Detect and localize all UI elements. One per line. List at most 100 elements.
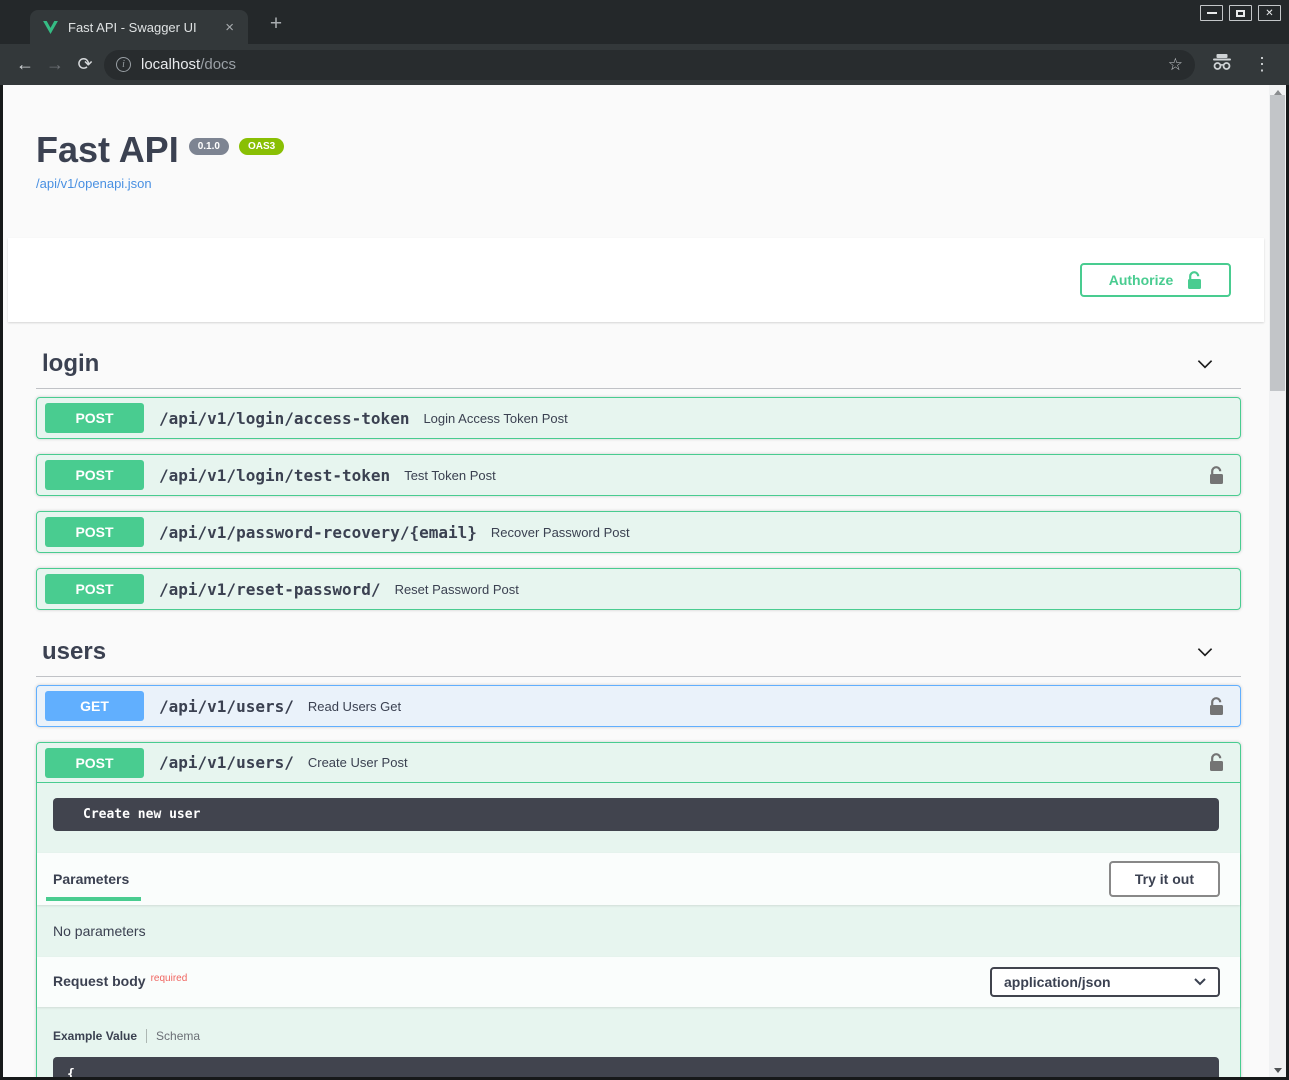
operation-summary[interactable]: POST /api/v1/login/test-token Test Token…	[37, 455, 1240, 495]
scroll-down-button[interactable]	[1269, 1063, 1286, 1077]
method-badge: POST	[45, 748, 144, 778]
version-badge: 0.1.0	[189, 138, 229, 155]
back-button[interactable]: ←	[10, 54, 40, 75]
operation-path: /api/v1/users/	[159, 697, 294, 716]
tag-header-login[interactable]: login	[36, 350, 1241, 389]
operation-path: /api/v1/password-recovery/{email}	[159, 523, 477, 542]
scroll-down-icon	[1274, 1068, 1282, 1073]
chevron-down-icon	[1194, 978, 1206, 986]
operation-summary[interactable]: POST /api/v1/users/ Create User Post	[37, 743, 1240, 783]
unlock-icon	[1209, 466, 1224, 485]
authorize-button[interactable]: Authorize	[1080, 263, 1231, 297]
page-title: Fast API	[36, 130, 179, 170]
browser-tab[interactable]: Fast API - Swagger UI ×	[30, 10, 248, 44]
api-info: Fast API 0.1.0 OAS3 /api/v1/openapi.json	[3, 85, 1269, 193]
auth-lock-button[interactable]	[1209, 466, 1224, 485]
close-icon: ✕	[1265, 8, 1273, 19]
maximize-button[interactable]	[1229, 5, 1252, 21]
method-badge: POST	[45, 403, 144, 433]
scroll-up-icon	[1274, 90, 1282, 95]
tag-header-users[interactable]: users	[36, 638, 1241, 677]
oas3-badge: OAS3	[239, 138, 284, 155]
operation-path: /api/v1/login/access-token	[159, 409, 409, 428]
operation-summary-text: Create User Post	[308, 755, 408, 770]
tab-title: Fast API - Swagger UI	[68, 20, 221, 35]
minimize-button[interactable]	[1200, 5, 1223, 21]
page-scrollbar[interactable]	[1269, 85, 1286, 1077]
operation-summary-text: Login Access Token Post	[423, 411, 567, 426]
operation-summary[interactable]: POST /api/v1/login/access-token Login Ac…	[37, 398, 1240, 438]
request-body-label: Request body	[53, 973, 146, 989]
browser-toolbar: ← → ⟳ i localhost/docs ☆ ⋮	[0, 44, 1289, 85]
tab-divider	[146, 1029, 147, 1043]
scheme-container: Authorize	[8, 238, 1264, 322]
required-badge: required	[151, 973, 188, 984]
operation-summary-text: Reset Password Post	[395, 582, 519, 597]
operations-users: GET /api/v1/users/ Read Users Get	[36, 685, 1241, 1077]
operation-summary[interactable]: GET /api/v1/users/ Read Users Get	[37, 686, 1240, 726]
method-badge: POST	[45, 460, 144, 490]
tab-strip: Fast API - Swagger UI × + ✕	[0, 0, 1289, 44]
incognito-icon	[1211, 54, 1233, 76]
tab-example-value[interactable]: Example Value	[53, 1029, 137, 1043]
chevron-down-icon[interactable]	[1194, 353, 1216, 375]
method-badge: GET	[45, 691, 144, 721]
tag-title: users	[42, 638, 106, 666]
example-code-block: {	[53, 1057, 1219, 1077]
parameters-header: Parameters Try it out	[37, 853, 1240, 905]
page-content: Fast API 0.1.0 OAS3 /api/v1/openapi.json…	[3, 85, 1286, 1077]
example-area: Example Value Schema {	[37, 1007, 1240, 1077]
operation-summary-text: Recover Password Post	[491, 525, 630, 540]
media-type-value: application/json	[1004, 974, 1111, 990]
window-controls: ✕	[1200, 5, 1281, 21]
opblock-read-users: GET /api/v1/users/ Read Users Get	[36, 685, 1241, 727]
favicon-icon	[43, 21, 58, 34]
operation-path: /api/v1/reset-password/	[159, 580, 381, 599]
opblock-login-access-token: POST /api/v1/login/access-token Login Ac…	[36, 397, 1241, 439]
operations-login: POST /api/v1/login/access-token Login Ac…	[36, 397, 1241, 610]
scrollbar-thumb[interactable]	[1270, 95, 1285, 391]
authorize-label: Authorize	[1109, 272, 1174, 288]
unlock-icon	[1209, 753, 1224, 772]
maximize-icon	[1236, 10, 1245, 17]
url-text: localhost/docs	[141, 56, 236, 73]
operation-summary-text: Test Token Post	[404, 468, 496, 483]
operation-body: Create new user Parameters Try it out No…	[37, 783, 1240, 1077]
reload-button[interactable]: ⟳	[70, 54, 100, 75]
opblock-reset-password: POST /api/v1/reset-password/ Reset Passw…	[36, 568, 1241, 610]
opblock-password-recovery: POST /api/v1/password-recovery/{email} R…	[36, 511, 1241, 553]
no-parameters-text: No parameters	[37, 905, 1240, 957]
method-badge: POST	[45, 574, 144, 604]
tab-schema[interactable]: Schema	[156, 1029, 200, 1043]
browser-menu-icon[interactable]: ⋮	[1245, 54, 1279, 75]
chevron-down-icon[interactable]	[1194, 641, 1216, 663]
address-bar[interactable]: i localhost/docs ☆	[104, 50, 1195, 80]
try-it-out-button[interactable]: Try it out	[1109, 861, 1220, 897]
minimize-icon	[1207, 12, 1217, 14]
openapi-spec-link[interactable]: /api/v1/openapi.json	[36, 176, 152, 191]
tab-parameters: Parameters	[53, 871, 129, 887]
tab-close-icon[interactable]: ×	[221, 18, 238, 37]
opblock-create-user: POST /api/v1/users/ Create User Post	[36, 742, 1241, 1077]
operation-description: Create new user	[53, 798, 1219, 831]
auth-lock-button[interactable]	[1209, 697, 1224, 716]
bookmark-star-icon[interactable]: ☆	[1168, 55, 1183, 75]
method-badge: POST	[45, 517, 144, 547]
site-info-icon[interactable]: i	[116, 57, 131, 72]
swagger-page: Fast API 0.1.0 OAS3 /api/v1/openapi.json…	[3, 85, 1269, 1077]
unlock-icon	[1187, 271, 1202, 290]
unlock-icon	[1209, 697, 1224, 716]
new-tab-button[interactable]: +	[263, 12, 289, 38]
operation-summary[interactable]: POST /api/v1/password-recovery/{email} R…	[37, 512, 1240, 552]
close-button[interactable]: ✕	[1258, 5, 1281, 21]
url-path: /docs	[200, 56, 236, 73]
auth-lock-button[interactable]	[1209, 753, 1224, 772]
tag-title: login	[42, 350, 99, 378]
request-body-header: Request body required application/json	[37, 957, 1240, 1007]
opblock-login-test-token: POST /api/v1/login/test-token Test Token…	[36, 454, 1241, 496]
operation-summary[interactable]: POST /api/v1/reset-password/ Reset Passw…	[37, 569, 1240, 609]
forward-button[interactable]: →	[40, 54, 70, 75]
media-type-select[interactable]: application/json	[990, 967, 1220, 997]
operation-path: /api/v1/users/	[159, 753, 294, 772]
url-host: localhost	[141, 56, 200, 73]
